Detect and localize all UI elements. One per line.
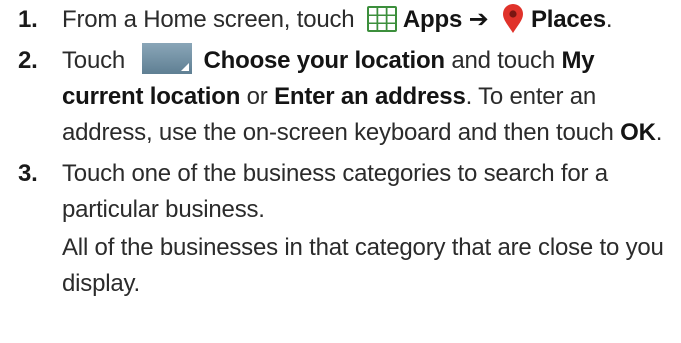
- step-number: 3.: [18, 160, 38, 187]
- step-end: .: [605, 6, 613, 33]
- step-number: 1.: [18, 6, 38, 33]
- arrow-glyph: ➔: [468, 6, 489, 33]
- choose-location-label: Choose your location: [203, 47, 446, 74]
- step-text: Touch: [62, 47, 126, 74]
- places-label: Places: [530, 6, 606, 33]
- step-text: or: [240, 83, 275, 110]
- places-pin-icon: [501, 4, 525, 34]
- choose-location-icon: [141, 43, 192, 74]
- step-number: 2.: [18, 47, 38, 74]
- instruction-list: 1. From a Home screen, touch Apps ➔ Plac…: [0, 0, 681, 343]
- ok-label: OK: [620, 119, 656, 146]
- step-3: 3. Touch one of the business categories …: [18, 156, 673, 302]
- apps-label: Apps: [402, 6, 463, 33]
- step-2: 2. Touch Choose your location and touch …: [18, 43, 673, 151]
- step-1: 1. From a Home screen, touch Apps ➔ Plac…: [18, 2, 673, 38]
- step-note: All of the businesses in that category t…: [62, 234, 664, 297]
- apps-grid-icon: [366, 6, 397, 32]
- step-text: Touch one of the business categories to …: [62, 160, 608, 223]
- step-end: .: [655, 119, 663, 146]
- enter-address-label: Enter an address: [274, 83, 466, 110]
- step-text: From a Home screen, touch: [62, 6, 355, 33]
- step-text: and touch: [444, 47, 562, 74]
